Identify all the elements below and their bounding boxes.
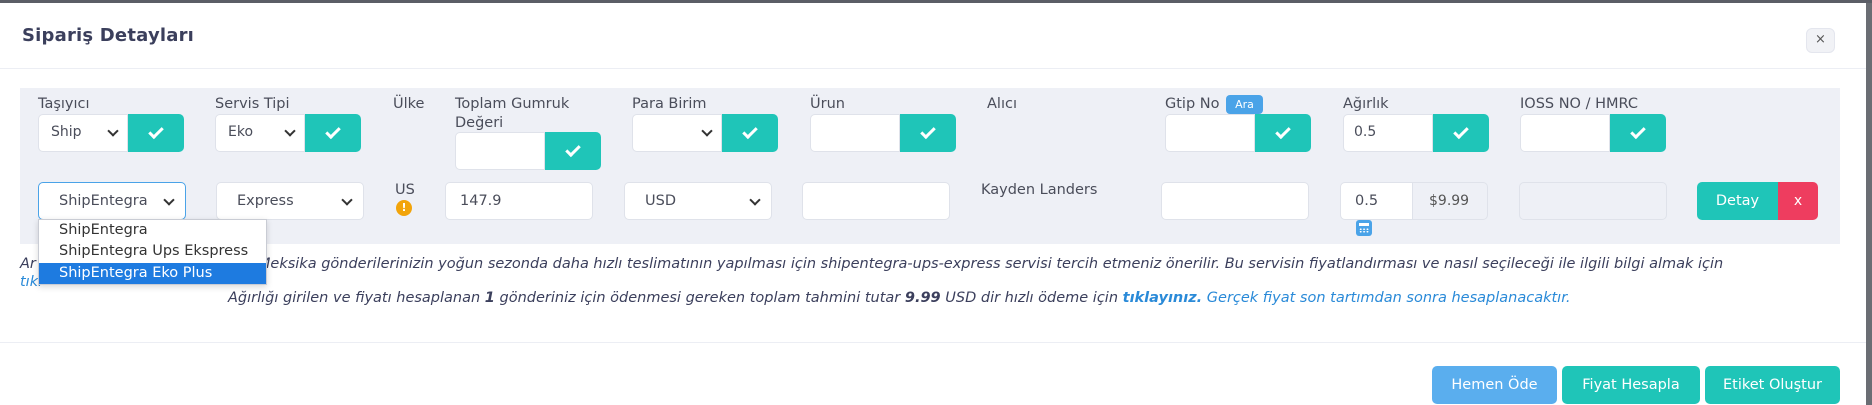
customs-apply-button[interactable] xyxy=(545,132,601,170)
dropdown-option-selected[interactable]: ShipEntegra Eko Plus xyxy=(39,262,266,284)
service-select[interactable]: Express xyxy=(216,182,364,220)
dropdown-option[interactable]: ShipEntegra xyxy=(39,220,266,241)
detail-button[interactable]: Detay xyxy=(1697,182,1778,220)
check-icon xyxy=(148,123,164,140)
check-icon xyxy=(742,123,758,140)
carrier-dropdown-list: ShipEntegra ShipEntegra Ups Ekspress Shi… xyxy=(38,219,267,285)
remove-row-button[interactable]: x xyxy=(1778,182,1818,220)
pay-now-button[interactable]: Hemen Öde xyxy=(1432,366,1557,404)
ioss-input-disabled xyxy=(1519,182,1667,220)
check-icon xyxy=(325,123,341,140)
customs-filter-input[interactable] xyxy=(455,132,545,170)
chevron-down-icon xyxy=(749,194,761,206)
header-carrier: Taşıyıcı xyxy=(38,96,90,112)
currency-select-value: USD xyxy=(645,193,676,209)
currency-select[interactable]: USD xyxy=(624,182,772,220)
ioss-filter-input[interactable] xyxy=(1520,114,1610,152)
header-ioss: IOSS NO / HMRC xyxy=(1520,96,1638,112)
check-icon xyxy=(920,123,936,140)
summary-note: Gerçek fiyat son tartımdan sonra hesapla… xyxy=(1206,290,1571,306)
summary-amount: 9.99 xyxy=(904,290,941,306)
modal-header: Sipariş Detayları × xyxy=(0,6,1866,69)
quick-pay-link[interactable]: tıklayınız. xyxy=(1123,290,1203,306)
chevron-down-icon xyxy=(163,194,175,206)
currency-apply-button[interactable] xyxy=(722,114,778,152)
gtip-filter-input[interactable] xyxy=(1165,114,1255,152)
summary-text: Ağırlığı girilen ve fiyatı hesaplanan xyxy=(228,290,481,306)
carrier-select-value: ShipEntegra xyxy=(59,193,148,209)
chevron-down-icon xyxy=(701,125,713,137)
customs-value-input[interactable]: 147.9 xyxy=(445,182,593,220)
info-icon[interactable]: ! xyxy=(396,200,412,216)
summary-text: gönderiniz için ödenmesi gereken toplam … xyxy=(499,290,901,306)
gtip-search-badge[interactable]: Ara xyxy=(1226,95,1263,114)
dropdown-option[interactable]: ShipEntegra Ups Ekspress xyxy=(39,241,266,262)
notice-prefix: Ar xyxy=(20,256,36,272)
weight-apply-button[interactable] xyxy=(1433,114,1489,152)
create-label-button[interactable]: Etiket Oluştur xyxy=(1705,366,1840,404)
chevron-down-icon xyxy=(284,125,296,137)
check-icon xyxy=(565,141,581,158)
notice-text: Ar Meksika gönderilerinizin yoğun sezonda… xyxy=(20,254,1850,275)
chevron-down-icon xyxy=(341,194,353,206)
header-customs-line2: Değeri xyxy=(455,115,504,131)
service-apply-button[interactable] xyxy=(305,114,361,152)
header-country: Ülke xyxy=(393,96,425,112)
summary-text: dir hızlı ödeme için xyxy=(980,290,1119,306)
service-filter-select[interactable]: Eko xyxy=(215,114,305,152)
currency-filter-select[interactable] xyxy=(632,114,722,152)
header-recipient: Alıcı xyxy=(987,96,1017,112)
carrier-apply-button[interactable] xyxy=(128,114,184,152)
gtip-input[interactable] xyxy=(1161,182,1309,220)
product-filter-input[interactable] xyxy=(810,114,900,152)
calculate-price-button[interactable]: Fiyat Hesapla xyxy=(1562,366,1700,404)
product-input[interactable] xyxy=(802,182,950,220)
check-icon xyxy=(1275,123,1291,140)
carrier-filter-value: Ship xyxy=(51,124,82,140)
close-button[interactable]: × xyxy=(1806,28,1835,53)
summary-currency: USD xyxy=(945,290,977,306)
header-customs-line1: Toplam Gumruk xyxy=(455,96,570,112)
payment-summary: Ağırlığı girilen ve fiyatı hesaplanan 1 … xyxy=(228,290,1570,306)
calculator-icon[interactable] xyxy=(1356,220,1372,236)
service-filter-value: Eko xyxy=(228,124,254,140)
footer-divider xyxy=(0,342,1866,343)
header-gtip-no: Gtip No xyxy=(1165,96,1220,112)
weight-filter-input[interactable]: 0.5 xyxy=(1343,114,1433,152)
weight-input[interactable]: 0.5 xyxy=(1340,182,1413,220)
country-code: US xyxy=(395,182,415,198)
scrollbar-edge xyxy=(1866,3,1872,405)
summary-count: 1 xyxy=(484,290,495,306)
header-product: Ürun xyxy=(810,96,845,112)
ioss-apply-button[interactable] xyxy=(1610,114,1666,152)
header-currency: Para Birim xyxy=(632,96,707,112)
carrier-select[interactable]: ShipEntegra xyxy=(38,182,186,220)
carrier-filter-select[interactable]: Ship xyxy=(38,114,128,152)
check-icon xyxy=(1630,123,1646,140)
modal-title: Sipariş Detayları xyxy=(22,25,195,46)
header-weight: Ağırlık xyxy=(1343,96,1389,112)
gtip-apply-button[interactable] xyxy=(1255,114,1311,152)
check-icon xyxy=(1453,123,1469,140)
product-apply-button[interactable] xyxy=(900,114,956,152)
recipient-name: Kayden Landers xyxy=(981,182,1098,198)
service-select-value: Express xyxy=(237,193,294,209)
chevron-down-icon xyxy=(107,125,119,137)
price-display: $9.99 xyxy=(1413,182,1488,220)
header-service-type: Servis Tipi xyxy=(215,96,290,112)
notice-body: Meksika gönderilerinizin yoğun sezonda d… xyxy=(257,256,1724,272)
